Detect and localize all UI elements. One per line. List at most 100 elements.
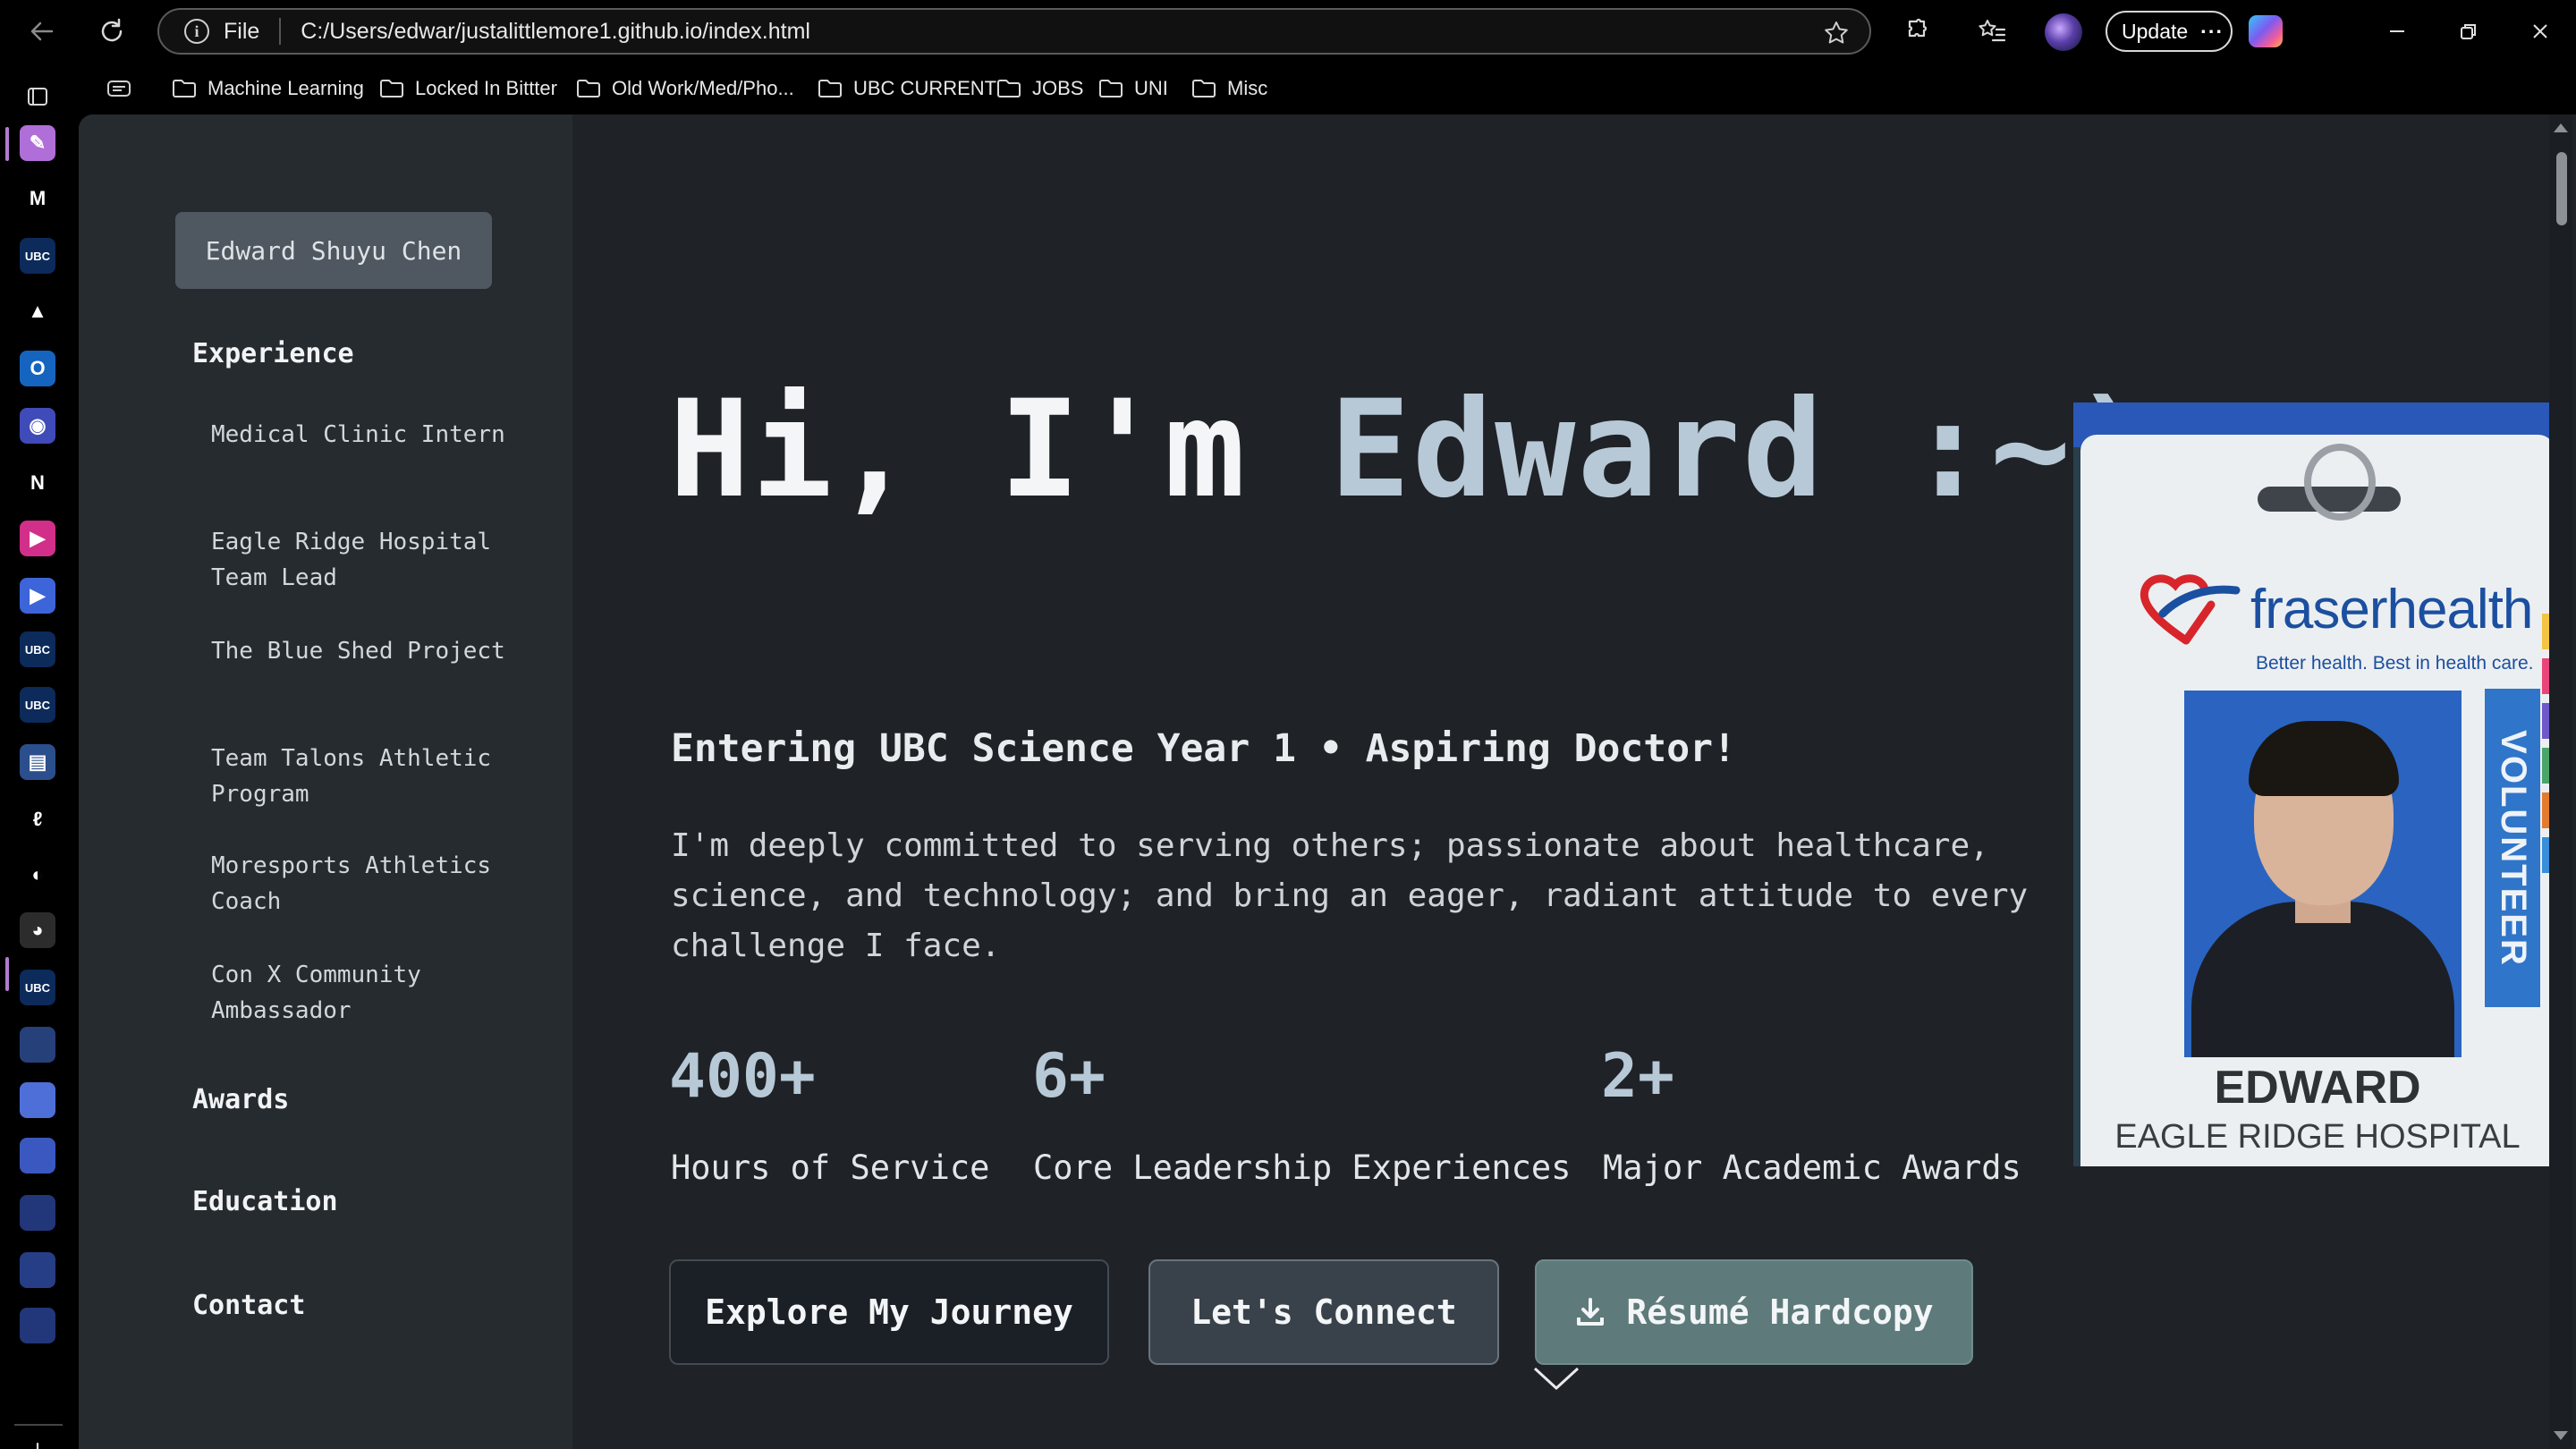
favorites-icon[interactable] bbox=[1975, 14, 2009, 48]
scroll-up-arrow-icon[interactable] bbox=[2554, 123, 2568, 132]
favorite-star-icon[interactable] bbox=[1823, 20, 1850, 50]
home-name-button[interactable]: Edward Shuyu Chen bbox=[175, 212, 492, 289]
tab-actions-icon[interactable] bbox=[20, 79, 55, 114]
bookmark-item[interactable]: UBC CURRENT bbox=[818, 75, 996, 102]
folder-icon bbox=[997, 80, 1021, 97]
tab-icon[interactable] bbox=[20, 1308, 55, 1343]
scroll-down-chevron-icon[interactable] bbox=[1531, 1363, 1581, 1394]
resume-download-button[interactable]: Résumé Hardcopy bbox=[1535, 1259, 1973, 1365]
close-button[interactable] bbox=[2522, 14, 2558, 48]
scroll-down-arrow-icon[interactable] bbox=[2554, 1431, 2568, 1440]
update-label: Update bbox=[2122, 19, 2189, 43]
ubc-icon[interactable]: UBC bbox=[20, 687, 55, 723]
nav-education[interactable]: Education bbox=[192, 1186, 338, 1217]
back-button[interactable] bbox=[23, 13, 61, 50]
close-icon bbox=[2533, 24, 2547, 38]
notion-icon[interactable]: N bbox=[20, 465, 55, 501]
player-icon[interactable]: ▶ bbox=[20, 578, 55, 614]
reading-mode-icon[interactable] bbox=[106, 75, 132, 106]
plus-icon bbox=[36, 1442, 39, 1449]
hero-greeting: Hi, I'm bbox=[669, 372, 1248, 528]
bookmark-item[interactable]: Locked In Bittter bbox=[379, 75, 557, 102]
site-side-nav: Edward Shuyu Chen Experience Medical Cli… bbox=[79, 114, 572, 1449]
nav-item-con-x-ambassador[interactable]: Con X Community Ambassador bbox=[211, 957, 506, 1029]
tab-icon[interactable] bbox=[20, 1195, 55, 1231]
more-options-icon: ··· bbox=[2200, 19, 2224, 43]
address-separator bbox=[279, 18, 282, 45]
bookmark-item[interactable]: UNI bbox=[1098, 75, 1168, 102]
stat-label-awards: Major Academic Awards bbox=[1603, 1148, 2021, 1187]
docs-icon[interactable]: ▤ bbox=[20, 744, 55, 780]
nav-item-blue-shed-project[interactable]: The Blue Shed Project bbox=[211, 633, 506, 669]
address-bar[interactable]: i File C:/Users/edwar/justalittlemore1.g… bbox=[157, 8, 1871, 55]
nav-contact[interactable]: Contact bbox=[192, 1290, 305, 1321]
badge-tagline: Better health. Best in health care. bbox=[2256, 653, 2534, 674]
bookmark-item[interactable]: Misc bbox=[1191, 75, 1267, 102]
folder-icon bbox=[380, 80, 403, 97]
link-icon[interactable]: ℓ bbox=[20, 801, 55, 837]
stat-label-hours: Hours of Service bbox=[671, 1148, 990, 1187]
current-site-icon[interactable]: ◕ bbox=[20, 912, 55, 948]
lets-connect-button[interactable]: Let's Connect bbox=[1148, 1259, 1499, 1365]
copilot-icon[interactable] bbox=[2249, 15, 2283, 47]
hero-name: Edward :~) bbox=[1329, 372, 2156, 528]
ubc-icon[interactable]: UBC bbox=[20, 970, 55, 1005]
badge-portrait bbox=[2184, 691, 2462, 1057]
badge-role: VOLUNTEER bbox=[2493, 729, 2533, 967]
site-info-icon[interactable]: i bbox=[184, 19, 209, 44]
drive-icon[interactable]: ▲ bbox=[20, 293, 55, 329]
address-url[interactable]: C:/Users/edwar/justalittlemore1.github.i… bbox=[301, 19, 810, 45]
update-button[interactable]: Update ··· bbox=[2106, 11, 2233, 52]
explore-journey-button[interactable]: Explore My Journey bbox=[669, 1259, 1109, 1365]
badge-person-name: EDWARD bbox=[2214, 1062, 2421, 1114]
add-app-button[interactable] bbox=[20, 1435, 55, 1449]
ubc-icon[interactable]: UBC bbox=[20, 238, 55, 274]
bookmark-item[interactable]: Old Work/Med/Pho... bbox=[576, 75, 794, 102]
page-scrollbar[interactable] bbox=[2549, 114, 2572, 1449]
pen-icon[interactable]: ✎ bbox=[20, 125, 55, 161]
sidebar-divider bbox=[14, 1424, 63, 1426]
hero-description: I'm deeply committed to serving others; … bbox=[671, 827, 2029, 964]
minimize-button[interactable] bbox=[2379, 14, 2415, 48]
scrollbar-thumb[interactable] bbox=[2556, 152, 2567, 225]
bookmark-label: Old Work/Med/Pho... bbox=[612, 77, 794, 99]
tab-icon[interactable] bbox=[20, 1252, 55, 1288]
portrait-body bbox=[2191, 902, 2454, 1057]
tab-icon[interactable] bbox=[20, 1138, 55, 1174]
extensions-icon[interactable] bbox=[1900, 14, 1934, 48]
stat-label-leadership: Core Leadership Experiences bbox=[1033, 1148, 1572, 1187]
browser-titlebar: i File C:/Users/edwar/justalittlemore1.g… bbox=[0, 0, 2576, 63]
profile-avatar[interactable] bbox=[2045, 13, 2082, 51]
github-icon[interactable]: ◐ bbox=[20, 857, 55, 893]
folder-icon bbox=[1099, 80, 1123, 97]
restore-button[interactable] bbox=[2451, 14, 2487, 48]
explore-journey-label: Explore My Journey bbox=[705, 1292, 1073, 1332]
bookmark-label: UNI bbox=[1134, 77, 1168, 99]
gmail-icon[interactable]: M bbox=[20, 181, 55, 216]
nav-item-eagle-ridge-team-lead[interactable]: Eagle Ridge Hospital Team Lead bbox=[211, 524, 506, 596]
bookmarks-bar: Machine Learning Locked In Bittter Old Wor… bbox=[0, 63, 2576, 114]
nav-item-medical-clinic-intern[interactable]: Medical Clinic Intern bbox=[211, 417, 506, 453]
tab-icon[interactable] bbox=[20, 1027, 55, 1063]
nav-item-team-talons[interactable]: Team Talons Athletic Program bbox=[211, 741, 506, 812]
nav-experience[interactable]: Experience bbox=[192, 338, 354, 369]
resume-download-label: Résumé Hardcopy bbox=[1626, 1292, 1934, 1332]
bookmark-item[interactable]: Machine Learning bbox=[172, 75, 364, 102]
folder-icon bbox=[173, 80, 196, 97]
ubc-icon[interactable]: UBC bbox=[20, 631, 55, 667]
bookmark-label: Misc bbox=[1227, 77, 1268, 99]
bookmark-item[interactable]: JOBS bbox=[996, 75, 1083, 102]
outlook-icon[interactable]: O bbox=[20, 351, 55, 386]
nav-awards[interactable]: Awards bbox=[192, 1084, 289, 1115]
discord-icon[interactable]: ◉ bbox=[20, 408, 55, 444]
active-indicator bbox=[5, 957, 9, 991]
refresh-button[interactable] bbox=[93, 13, 131, 50]
nav-item-moresports-coach[interactable]: Moresports Athletics Coach bbox=[211, 848, 506, 919]
video-icon[interactable]: ▶ bbox=[20, 521, 55, 556]
stat-value-hours: 400+ bbox=[669, 1041, 816, 1112]
volunteer-badge-photo: fraserhealth Better health. Best in heal… bbox=[2073, 402, 2553, 1166]
back-arrow-icon bbox=[30, 21, 54, 41]
volunteer-strip: VOLUNTEER bbox=[2485, 689, 2540, 1007]
tab-icon[interactable] bbox=[20, 1082, 55, 1118]
fraser-health-logo-icon bbox=[2140, 574, 2241, 645]
